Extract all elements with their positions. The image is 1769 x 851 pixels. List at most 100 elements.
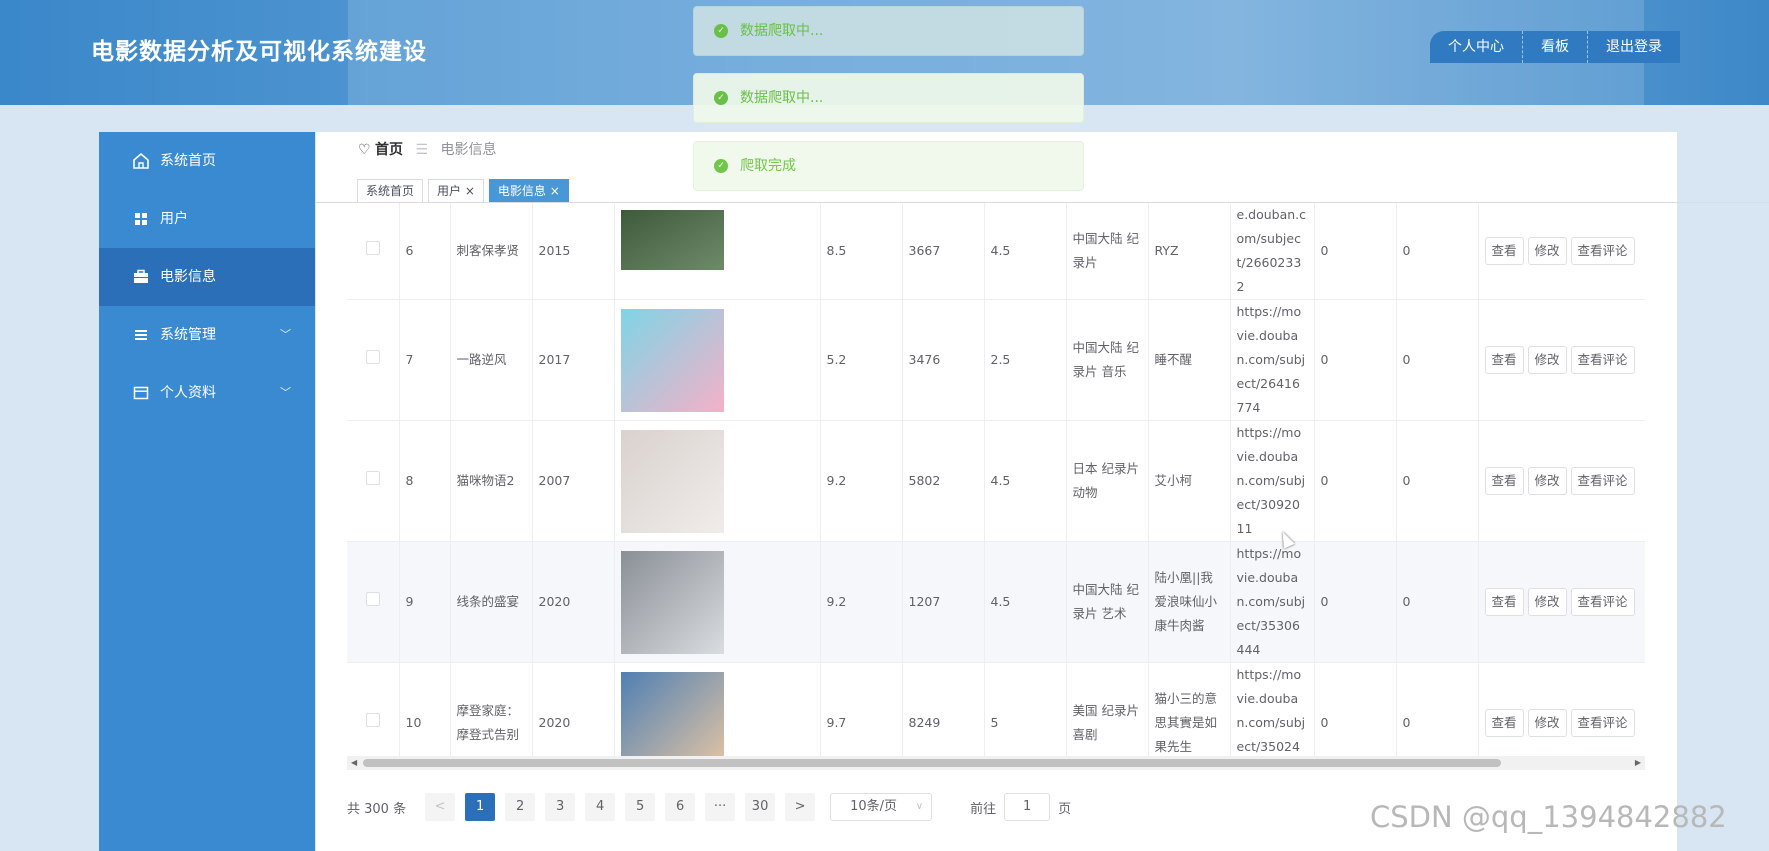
- edit-button[interactable]: 修改: [1527, 588, 1567, 616]
- page-button[interactable]: 6: [665, 793, 696, 821]
- count-cell: 0: [1314, 662, 1397, 768]
- page-button[interactable]: 30: [745, 793, 776, 821]
- genre-cell: 中国大陆 纪录片 音乐: [1066, 299, 1149, 421]
- page-size-value: 10条/页: [850, 799, 898, 814]
- movie-poster: [620, 308, 724, 412]
- sidebar-item-system[interactable]: 系统管理 ﹀: [99, 306, 315, 364]
- chevron-down-icon: ﹀: [280, 328, 291, 341]
- poster-cell: [614, 662, 821, 768]
- prev-page-button[interactable]: <: [425, 793, 456, 821]
- scrollbar-thumb[interactable]: [363, 759, 1501, 767]
- tag-users[interactable]: 用户 ×: [428, 179, 484, 203]
- goto-page-input[interactable]: 1: [1004, 793, 1051, 821]
- movie-poster: [620, 429, 724, 533]
- table-row: 10 摩登家庭：摩登式告别 2020 9.7 8249 5 美国 纪录片 喜剧 猫小三的意思其…: [347, 662, 1645, 768]
- goto-suffix: 页: [1058, 801, 1072, 817]
- tags-view: 系统首页 用户 × 电影信息 ×: [357, 179, 574, 203]
- page-size-select[interactable]: 10条/页 ∨: [830, 793, 933, 821]
- breadcrumb-home[interactable]: 首页: [375, 142, 403, 158]
- url-cell: https://movie.douban.com/subject/3502453…: [1230, 662, 1315, 768]
- sidebar-item-movies[interactable]: 电影信息: [99, 248, 315, 306]
- votes-cell: 1207: [902, 541, 985, 663]
- next-page-button[interactable]: >: [785, 793, 816, 821]
- stars-cell: 4.5: [984, 541, 1067, 663]
- count-cell: 0: [1314, 299, 1397, 421]
- name-cell: 猫咪物语2: [450, 420, 533, 542]
- page-button[interactable]: 2: [505, 793, 536, 821]
- year-cell: 2015: [532, 203, 615, 300]
- id-cell: 9: [399, 541, 451, 663]
- sidebar-item-label: 用户: [160, 211, 188, 227]
- row-checkbox[interactable]: [365, 592, 380, 606]
- scroll-left-icon[interactable]: ◀: [351, 756, 357, 770]
- id-cell: 7: [399, 299, 451, 421]
- table-row: 6 刺客保孝贤 2015 8.5 3667 4.5 中国大陆 纪录片 RYZ e.douban.…: [347, 203, 1645, 300]
- sidebar-item-label: 系统首页: [160, 153, 216, 169]
- row-checkbox[interactable]: [365, 350, 380, 364]
- logout-link[interactable]: 退出登录: [1587, 31, 1680, 63]
- view-button[interactable]: 查看: [1484, 588, 1524, 616]
- heart-icon: ♡: [358, 142, 371, 158]
- total-count: 共 300 条: [347, 801, 407, 817]
- row-checkbox[interactable]: [365, 471, 380, 485]
- tag-movies[interactable]: 电影信息 ×: [488, 179, 569, 203]
- toast-text: 数据爬取中...: [740, 90, 824, 106]
- edit-button[interactable]: 修改: [1527, 467, 1567, 495]
- personal-center-link[interactable]: 个人中心: [1430, 31, 1522, 63]
- chevron-down-icon: ∨: [915, 801, 924, 812]
- sidebar-item-home[interactable]: 系统首页: [99, 132, 315, 190]
- view-button[interactable]: 查看: [1484, 237, 1524, 265]
- select-cell: [347, 662, 400, 768]
- page-button[interactable]: 5: [625, 793, 656, 821]
- movie-table: 6 刺客保孝贤 2015 8.5 3667 4.5 中国大陆 纪录片 RYZ e.douban.…: [347, 203, 1645, 768]
- chevron-down-icon: ﹀: [280, 386, 291, 399]
- tag-home[interactable]: 系统首页: [357, 179, 424, 203]
- horizontal-scrollbar[interactable]: ◀ ▶: [347, 756, 1645, 770]
- more-pages-button[interactable]: ···: [705, 793, 736, 821]
- count-cell: 0: [1314, 420, 1397, 542]
- breadcrumb: ♡ 首页 ☰ 电影信息: [358, 139, 496, 159]
- edit-button[interactable]: 修改: [1527, 346, 1567, 374]
- home-icon: [133, 152, 149, 169]
- view-comments-button[interactable]: 查看评论: [1570, 467, 1635, 495]
- success-icon: ✓: [714, 24, 728, 38]
- edit-button[interactable]: 修改: [1527, 709, 1567, 737]
- sidebar-item-profile[interactable]: 个人资料 ﹀: [99, 364, 315, 422]
- score-cell: 9.7: [820, 662, 903, 768]
- page-button[interactable]: 4: [585, 793, 616, 821]
- votes-cell: 8249: [902, 662, 985, 768]
- name-cell: 摩登家庭：摩登式告别: [450, 662, 533, 768]
- edit-button[interactable]: 修改: [1527, 237, 1567, 265]
- name-cell: 线条的盛宴: [450, 541, 533, 663]
- poster-cell: [614, 299, 821, 421]
- genre-cell: 中国大陆 纪录片 艺术: [1066, 541, 1149, 663]
- score-cell: 9.2: [820, 541, 903, 663]
- view-button[interactable]: 查看: [1484, 709, 1524, 737]
- scroll-right-icon[interactable]: ▶: [1635, 756, 1641, 770]
- view-button[interactable]: 查看: [1484, 467, 1524, 495]
- view-button[interactable]: 查看: [1484, 346, 1524, 374]
- toast-message: ✓ 数据爬取中...: [693, 73, 1084, 123]
- author-cell: 猫小三的意思其實是如果先生: [1148, 662, 1231, 768]
- view-comments-button[interactable]: 查看评论: [1570, 346, 1635, 374]
- stars-cell: 4.5: [984, 203, 1067, 300]
- briefcase-icon: [134, 269, 148, 283]
- dashboard-link[interactable]: 看板: [1522, 31, 1587, 63]
- view-comments-button[interactable]: 查看评论: [1570, 588, 1635, 616]
- actions-cell: 查看 修改 查看评论: [1478, 420, 1645, 542]
- poster-cell: [614, 541, 821, 663]
- genre-cell: 美国 纪录片 喜剧: [1066, 662, 1149, 768]
- grid-icon: [135, 213, 147, 225]
- card-icon: [133, 386, 149, 400]
- page-button[interactable]: 1: [465, 793, 496, 821]
- view-comments-button[interactable]: 查看评论: [1570, 237, 1635, 265]
- row-checkbox[interactable]: [365, 241, 380, 255]
- page-button[interactable]: 3: [545, 793, 576, 821]
- url-cell: e.douban.com/subject/26602332: [1230, 203, 1315, 300]
- name-cell: 一路逆风: [450, 299, 533, 421]
- sidebar-item-users[interactable]: 用户: [99, 190, 315, 248]
- score-cell: 5.2: [820, 299, 903, 421]
- view-comments-button[interactable]: 查看评论: [1570, 709, 1635, 737]
- votes-cell: 3667: [902, 203, 985, 300]
- row-checkbox[interactable]: [365, 713, 380, 727]
